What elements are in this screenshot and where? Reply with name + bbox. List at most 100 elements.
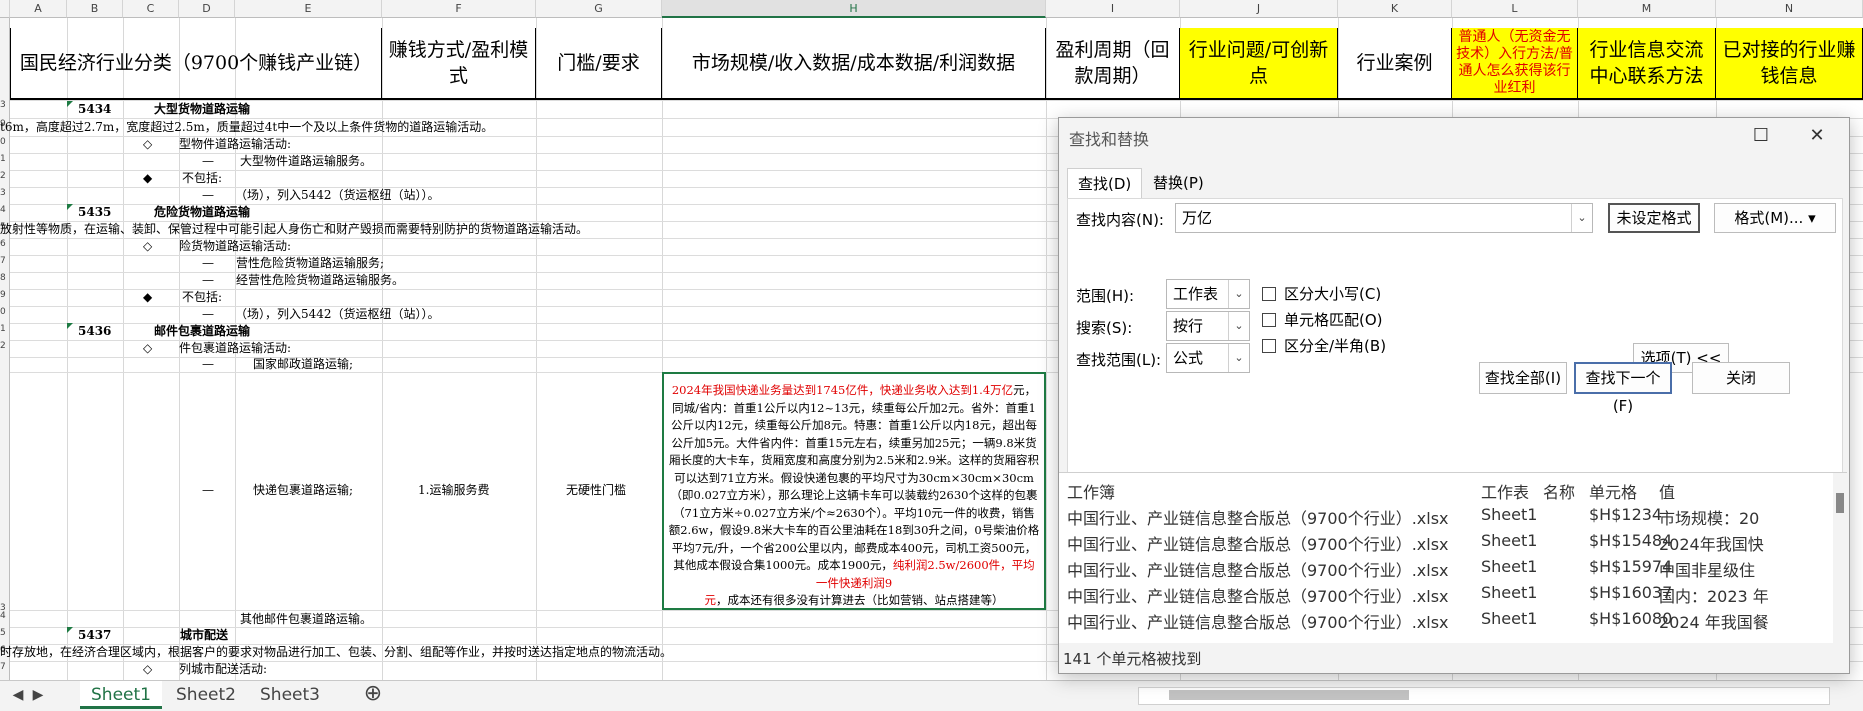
header-opportunity[interactable]: 已对接的行业赚钱信息 bbox=[1716, 28, 1863, 100]
column-header-m[interactable]: M bbox=[1578, 0, 1716, 18]
find-all-button[interactable]: 查找全部(I) bbox=[1479, 362, 1567, 394]
cell-text[interactable]: 险货物道路运输活动: bbox=[179, 238, 291, 255]
row-headers[interactable]: 3 9 0 1 2 3 4 5 6 7 8 9 0 1 2 3 4 5 6 7 bbox=[0, 18, 10, 680]
match-entire-checkbox[interactable] bbox=[1262, 313, 1276, 327]
cell-text[interactable]: 不包括: bbox=[182, 170, 222, 187]
tab-sheet1[interactable]: Sheet1 bbox=[80, 681, 162, 709]
industry-code[interactable]: 5434 bbox=[78, 101, 111, 118]
select-all-corner[interactable] bbox=[0, 0, 10, 18]
column-header-h[interactable]: H bbox=[662, 0, 1046, 18]
find-what-label: 查找内容(N): bbox=[1076, 211, 1164, 229]
header-market[interactable]: 市场规模/收入数据/成本数据/利润数据 bbox=[662, 28, 1046, 100]
cell-text[interactable]: 列城市配送活动: bbox=[179, 661, 267, 678]
results-header-name[interactable]: 名称 bbox=[1543, 479, 1575, 503]
results-list[interactable]: 工作簿 工作表 名称 单元格 值 中国行业、产业链信息整合版总（9700个行业）… bbox=[1059, 472, 1847, 643]
active-cell-market-data[interactable]: 2024年我国快递业务量达到1745亿件，快递业务收入达到1.4万亿元，同城/省… bbox=[662, 372, 1046, 610]
within-value: 工作表 bbox=[1173, 285, 1219, 303]
cell-text[interactable]: （场），列入5442（货运枢纽（站））。 bbox=[235, 306, 440, 323]
header-cycle[interactable]: 盈利周期（回款周期） bbox=[1046, 28, 1180, 100]
match-entire-label[interactable]: 单元格匹配(O) bbox=[1284, 309, 1383, 330]
cell-text[interactable]: 件包裹道路运输活动: bbox=[179, 340, 291, 357]
cell-text[interactable]: 大型物件道路运输服务。 bbox=[240, 153, 372, 170]
chevron-down-icon: ⌄ bbox=[1228, 344, 1249, 372]
cell-profit-model[interactable]: 1.运输服务费 bbox=[418, 482, 489, 499]
find-what-input[interactable]: 万亿 ⌄ bbox=[1175, 203, 1593, 233]
results-scrollbar-thumb[interactable] bbox=[1836, 493, 1844, 513]
column-header-i[interactable]: I bbox=[1046, 0, 1180, 18]
header-industry[interactable]: 国民经济行业分类（9700个赚钱产业链） bbox=[10, 28, 382, 100]
look-in-select[interactable]: 公式 ⌄ bbox=[1166, 343, 1250, 373]
cell-text[interactable]: 快递包裹道路运输; bbox=[253, 482, 353, 499]
match-case-checkbox[interactable] bbox=[1262, 287, 1276, 301]
industry-name[interactable]: 危险货物道路运输 bbox=[154, 204, 250, 221]
market-note: ，成本还有很多没有计算进去（比如营销、站点搭建等） bbox=[716, 593, 1004, 607]
tab-replace[interactable]: 替换(P) bbox=[1143, 168, 1214, 198]
tab-sheet3[interactable]: Sheet3 bbox=[250, 681, 330, 709]
industry-description[interactable]: 时存放地，在经济合理区域内，根据客户的要求对物品进行加工、包装、分割、组配等作业… bbox=[0, 644, 672, 661]
match-case-label[interactable]: 区分大小写(C) bbox=[1284, 283, 1381, 304]
find-next-button[interactable]: 查找下一个(F) bbox=[1574, 362, 1672, 415]
tab-find[interactable]: 查找(D) bbox=[1067, 168, 1143, 199]
match-width-label[interactable]: 区分全/半角(B) bbox=[1284, 335, 1386, 356]
industry-code[interactable]: 5437 bbox=[78, 627, 111, 644]
find-what-value: 万亿 bbox=[1182, 209, 1213, 227]
add-sheet-icon[interactable]: ⊕ bbox=[360, 681, 386, 709]
horizontal-scrollbar[interactable] bbox=[1138, 687, 1830, 705]
dropdown-arrow-icon: ▾ bbox=[1808, 209, 1816, 227]
results-header-value[interactable]: 值 bbox=[1659, 479, 1675, 503]
column-header-f[interactable]: F bbox=[382, 0, 536, 18]
column-header-g[interactable]: G bbox=[536, 0, 662, 18]
industry-description[interactable]: 放射性等物质，在运输、装卸、保管过程中可能引起人身伤亡和财产毁损而需要特别防护的… bbox=[0, 221, 588, 238]
column-header-k[interactable]: K bbox=[1338, 0, 1452, 18]
column-header-n[interactable]: N bbox=[1716, 0, 1863, 18]
industry-code[interactable]: 5435 bbox=[78, 204, 111, 221]
close-icon[interactable]: ✕ bbox=[1797, 124, 1837, 148]
cell-text[interactable]: 国家邮政道路运输; bbox=[253, 356, 353, 373]
column-header-d[interactable]: D bbox=[179, 0, 235, 18]
match-width-checkbox[interactable] bbox=[1262, 339, 1276, 353]
chevron-down-icon: ⌄ bbox=[1228, 312, 1249, 340]
within-select[interactable]: 工作表 ⌄ bbox=[1166, 279, 1250, 309]
maximize-icon[interactable]: ☐ bbox=[1741, 124, 1781, 148]
cell-text[interactable]: 经营性危险货物道路运输服务。 bbox=[236, 272, 404, 289]
column-header-l[interactable]: L bbox=[1452, 0, 1578, 18]
column-header-b[interactable]: B bbox=[67, 0, 123, 18]
results-header-cell[interactable]: 单元格 bbox=[1589, 479, 1637, 503]
look-in-value: 公式 bbox=[1173, 349, 1204, 367]
industry-code[interactable]: 5436 bbox=[78, 323, 111, 340]
cell-text[interactable]: 其他邮件包裹道路运输。 bbox=[240, 611, 372, 628]
column-header-j[interactable]: J bbox=[1180, 0, 1338, 18]
header-profit-model[interactable]: 赚钱方式/盈利模式 bbox=[382, 28, 536, 100]
header-cases[interactable]: 行业案例 bbox=[1338, 28, 1452, 100]
cell-text[interactable]: 营性危险货物道路运输服务; bbox=[236, 255, 384, 272]
industry-description[interactable]: t6m，高度超过2.7m，宽度超过2.5m，质量超过4t中一个及以上条件货物的道… bbox=[0, 119, 493, 136]
cell-text[interactable]: 不包括: bbox=[182, 289, 222, 306]
header-entry[interactable]: 普通人（无资金无技术）入行方法/普通人怎么获得该行业红利 bbox=[1452, 28, 1578, 100]
results-scrollbar[interactable] bbox=[1833, 473, 1847, 643]
cell-threshold[interactable]: 无硬性门槛 bbox=[566, 482, 626, 499]
industry-name[interactable]: 邮件包裹道路运输 bbox=[154, 323, 250, 340]
header-threshold[interactable]: 门槛/要求 bbox=[536, 28, 662, 100]
header-contact[interactable]: 行业信息交流中心联系方法 bbox=[1578, 28, 1716, 100]
scroll-tabs-right-icon[interactable]: ▶ bbox=[28, 681, 48, 709]
format-button[interactable]: 格式(M)... ▾ bbox=[1714, 203, 1836, 233]
results-header-sheet[interactable]: 工作表 bbox=[1481, 479, 1529, 503]
industry-name[interactable]: 大型货物道路运输 bbox=[154, 101, 250, 118]
bullet-symbol: ◆ bbox=[143, 171, 153, 185]
scroll-tabs-left-icon[interactable]: ◀ bbox=[8, 681, 28, 709]
sheet-tab-bar: ◀ ▶ Sheet1 Sheet2 Sheet3 ⊕ bbox=[0, 680, 1863, 711]
results-header-book[interactable]: 工作簿 bbox=[1067, 479, 1115, 503]
format-preview-button[interactable]: 未设定格式 bbox=[1608, 203, 1700, 233]
tab-sheet2[interactable]: Sheet2 bbox=[166, 681, 246, 709]
industry-name[interactable]: 城市配送 bbox=[180, 627, 228, 644]
cell-text[interactable]: 型物件道路运输活动: bbox=[179, 136, 291, 153]
find-history-dropdown-icon[interactable]: ⌄ bbox=[1571, 204, 1592, 232]
column-header-e[interactable]: E bbox=[235, 0, 382, 18]
scrollbar-thumb[interactable] bbox=[1169, 690, 1409, 700]
header-problems[interactable]: 行业问题/可创新点 bbox=[1180, 28, 1338, 100]
column-header-a[interactable]: A bbox=[10, 0, 67, 18]
column-header-c[interactable]: C bbox=[123, 0, 179, 18]
search-order-select[interactable]: 按行 ⌄ bbox=[1166, 311, 1250, 341]
close-button[interactable]: 关闭 bbox=[1692, 362, 1790, 394]
cell-text[interactable]: （场），列入5442（货运枢纽（站））。 bbox=[235, 187, 440, 204]
